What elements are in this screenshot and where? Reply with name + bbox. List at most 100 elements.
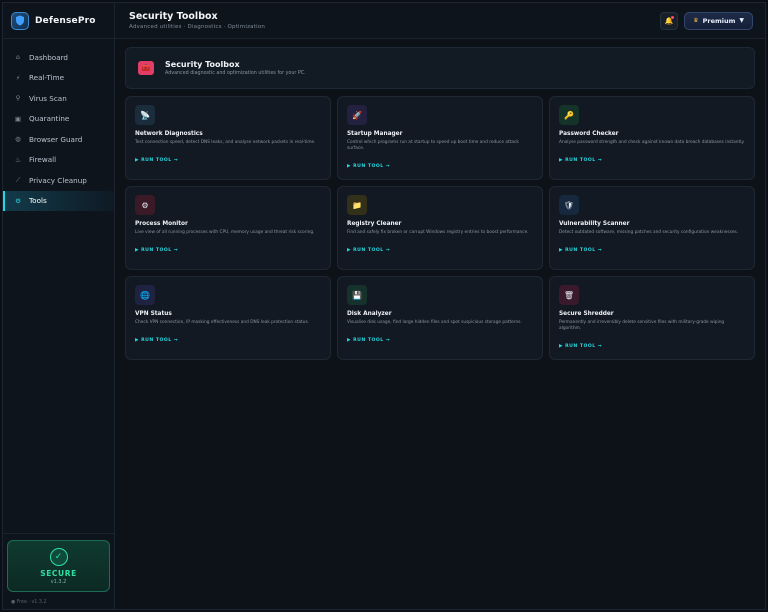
- sidebar-item-virus-scan[interactable]: ⚲ Virus Scan: [3, 88, 114, 109]
- run-tool-button[interactable]: ▶ RUN TOOL →: [347, 164, 390, 169]
- tool-card-network-diagnostics[interactable]: 📡 Network Diagnostics Test connection spee…: [125, 96, 331, 180]
- sidebar-item-label: Browser Guard: [29, 134, 83, 144]
- shield-icon: 🛡: [559, 195, 579, 215]
- header-actions: 🔔 ♛ Premium ▼: [660, 11, 753, 30]
- bolt-icon: ⚡: [15, 73, 21, 82]
- run-tool-button[interactable]: ▶ RUN TOOL →: [135, 338, 178, 343]
- page-subtitle: Advanced utilities · Diagnostics · Optim…: [129, 24, 266, 30]
- run-tool-button[interactable]: ▶ RUN TOOL →: [559, 344, 602, 349]
- tool-name: Network Diagnostics: [135, 131, 203, 137]
- tool-name: Disk Analyzer: [347, 311, 392, 317]
- tools-grid: 📡 Network Diagnostics Test connection spee…: [125, 96, 755, 360]
- tool-card-vulnerability-scanner[interactable]: 🛡 Vulnerability Scanner Detect outdated so…: [549, 186, 755, 270]
- sidebar-item-browser-guard[interactable]: ◍ Browser Guard: [3, 129, 114, 150]
- tool-name: Secure Shredder: [559, 311, 614, 317]
- premium-button[interactable]: ♛ Premium ▼: [684, 11, 753, 30]
- tool-name: Process Monitor: [135, 221, 188, 227]
- sidebar-item-label: Tools: [29, 196, 47, 206]
- key-icon: 🔑: [559, 105, 579, 125]
- content: 🧰 Security Toolbox Advanced diagnostic a…: [115, 39, 765, 609]
- sidebar-item-tools[interactable]: ⚙ Tools: [3, 190, 114, 211]
- sidebar-item-label: Dashboard: [29, 52, 68, 62]
- topbar: Security Toolbox Advanced utilities · Di…: [115, 3, 765, 39]
- notification-dot: [671, 15, 675, 19]
- broom-icon: ⟋: [15, 175, 21, 184]
- tool-card-registry-cleaner[interactable]: 📁 Registry Cleaner Find and safely fix bro…: [337, 186, 543, 270]
- run-tool-button[interactable]: ▶ RUN TOOL →: [135, 248, 178, 253]
- tool-description: Detect outdated software, missing patche…: [559, 230, 739, 235]
- page-title: Security Toolbox: [129, 11, 218, 22]
- run-tool-button[interactable]: ▶ RUN TOOL →: [347, 338, 390, 343]
- toolbox-icon: 🧰: [138, 61, 154, 75]
- tool-card-password-checker[interactable]: 🔑 Password Checker Analyse password streng…: [549, 96, 755, 180]
- sidebar-item-label: Quarantine: [29, 114, 70, 124]
- run-tool-button[interactable]: ▶ RUN TOOL →: [135, 158, 178, 163]
- sidebar-item-label: Privacy Cleanup: [29, 175, 87, 185]
- house-icon: ⌂: [15, 53, 21, 62]
- header-titles: Security Toolbox Advanced utilities · Di…: [129, 11, 265, 30]
- run-tool-button[interactable]: ▶ RUN TOOL →: [559, 158, 602, 163]
- tool-description: Check VPN connection, IP masking effecti…: [135, 320, 310, 325]
- status-version: v1.3.2: [50, 578, 67, 585]
- main-area: Security Toolbox Advanced utilities · Di…: [115, 3, 765, 609]
- antenna-icon: 📡: [135, 105, 155, 125]
- sidebar-item-label: Real-Time: [29, 73, 65, 83]
- trash-icon: 🗑: [559, 285, 579, 305]
- tool-card-secure-shredder[interactable]: 🗑 Secure Shredder Permanently and irrevers…: [549, 276, 755, 360]
- tool-card-process-monitor[interactable]: ⚙ Process Monitor Live view of all running…: [125, 186, 331, 270]
- sidebar-item-label: Virus Scan: [29, 93, 67, 103]
- brand[interactable]: DefensePro: [3, 3, 114, 39]
- crown-icon: ♛: [693, 17, 699, 24]
- tool-description: Test connection speed, detect DNS leaks,…: [135, 140, 316, 145]
- tool-description: Find and safely fix broken or corrupt Wi…: [347, 230, 529, 235]
- notifications-button[interactable]: 🔔: [660, 11, 679, 30]
- magnifier-icon: ⚲: [15, 94, 21, 103]
- rocket-icon: 🚀: [347, 105, 367, 125]
- app-window: DefensePro ⌂ Dashboard ⚡ Real-Time ⚲ Virus Sc…: [2, 2, 766, 610]
- premium-label: Premium: [702, 16, 736, 25]
- tool-name: Registry Cleaner: [347, 221, 402, 227]
- tool-description: Visualise disk usage, find large hidden …: [347, 320, 522, 325]
- tool-description: Analyse password strength and check agai…: [559, 140, 745, 145]
- protection-status-card[interactable]: ✓ SECURE v1.3.2: [7, 540, 110, 592]
- tool-name: Startup Manager: [347, 131, 403, 137]
- tool-card-startup-manager[interactable]: 🚀 Startup Manager Control which programs r…: [337, 96, 543, 180]
- folder-icon: 📁: [347, 195, 367, 215]
- disk-icon: 💾: [347, 285, 367, 305]
- sidebar-item-dashboard[interactable]: ⌂ Dashboard: [3, 47, 114, 68]
- toolbox-hero: 🧰 Security Toolbox Advanced diagnostic a…: [125, 47, 755, 89]
- brand-name: DefensePro: [35, 15, 96, 26]
- tool-description: Permanently and irreversibly delete sens…: [559, 320, 725, 331]
- sidebar-item-real-time[interactable]: ⚡ Real-Time: [3, 68, 114, 89]
- sidebar-item-quarantine[interactable]: ▣ Quarantine: [3, 109, 114, 130]
- cog-icon: ⚙: [135, 195, 155, 215]
- tool-name: Password Checker: [559, 131, 619, 137]
- globe-icon: ◍: [15, 135, 21, 144]
- tool-name: VPN Status: [135, 311, 172, 317]
- sidebar-item-firewall[interactable]: ♨ Firewall: [3, 150, 114, 171]
- tool-name: Vulnerability Scanner: [559, 221, 630, 227]
- globe-icon: 🌐: [135, 285, 155, 305]
- caret-down-icon: ▼: [739, 17, 744, 24]
- status-label: SECURE: [40, 568, 77, 578]
- check-icon: ✓: [49, 547, 68, 566]
- sidebar-bottom: ✓ SECURE v1.3.2 ● Free · v1.3.2: [3, 533, 114, 609]
- run-tool-button[interactable]: ▶ RUN TOOL →: [559, 248, 602, 253]
- run-tool-button[interactable]: ▶ RUN TOOL →: [347, 248, 390, 253]
- tool-description: Live view of all running processes with …: [135, 230, 315, 235]
- lock-icon: ▣: [14, 114, 22, 123]
- hero-subtitle: Advanced diagnostic and optimization uti…: [165, 71, 306, 76]
- tool-card-vpn-status[interactable]: 🌐 VPN Status Check VPN connection, IP mask…: [125, 276, 331, 360]
- sidebar-item-label: Firewall: [29, 155, 57, 165]
- sidebar-item-privacy-cleanup[interactable]: ⟋ Privacy Cleanup: [3, 170, 114, 191]
- shield-icon: [11, 11, 29, 30]
- fire-icon: ♨: [15, 155, 21, 164]
- sidebar: DefensePro ⌂ Dashboard ⚡ Real-Time ⚲ Virus Sc…: [3, 3, 115, 609]
- hero-text: Security Toolbox Advanced diagnostic and…: [165, 60, 306, 76]
- sidebar-footer: ● Free · v1.3.2: [11, 600, 47, 605]
- sidebar-nav: ⌂ Dashboard ⚡ Real-Time ⚲ Virus Scan ▣ Quaranti…: [3, 39, 114, 211]
- hero-title: Security Toolbox: [165, 60, 240, 69]
- gear-icon: ⚙: [15, 196, 21, 205]
- tool-description: Control which programs run at startup to…: [347, 140, 519, 151]
- tool-card-disk-analyzer[interactable]: 💾 Disk Analyzer Visualise disk usage, find…: [337, 276, 543, 360]
